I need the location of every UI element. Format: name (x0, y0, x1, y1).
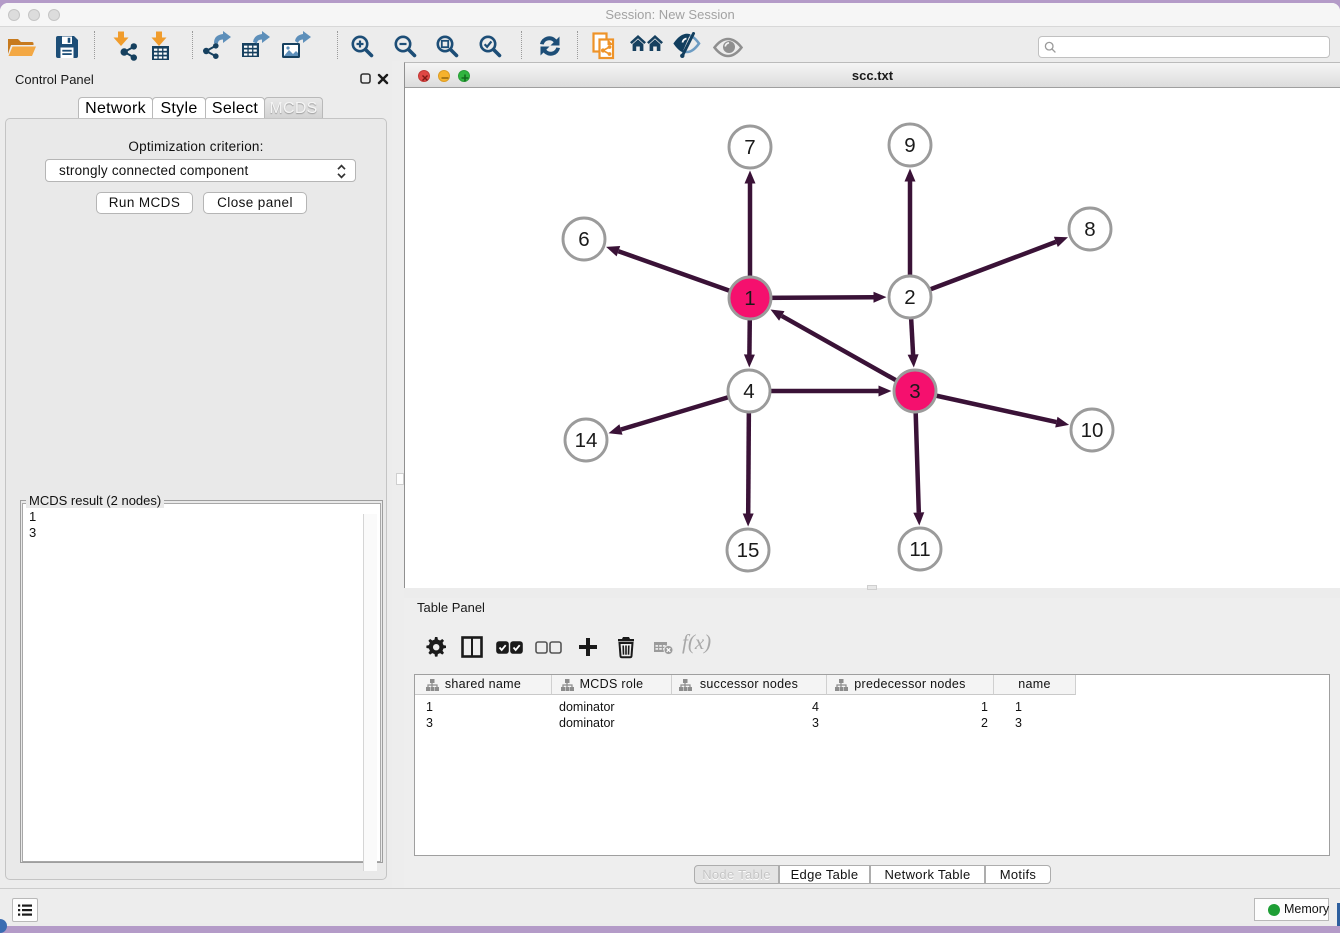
svg-text:9: 9 (904, 134, 915, 157)
svg-text:11: 11 (909, 538, 930, 561)
svg-text:8: 8 (1084, 218, 1095, 241)
svg-text:10: 10 (1081, 419, 1104, 442)
svg-text:3: 3 (909, 380, 920, 403)
svg-text:15: 15 (737, 539, 760, 562)
svg-text:4: 4 (743, 380, 754, 403)
svg-text:1: 1 (744, 287, 755, 310)
svg-text:7: 7 (744, 136, 755, 159)
svg-text:2: 2 (904, 286, 915, 309)
svg-text:14: 14 (575, 429, 598, 452)
svg-text:6: 6 (578, 228, 589, 251)
